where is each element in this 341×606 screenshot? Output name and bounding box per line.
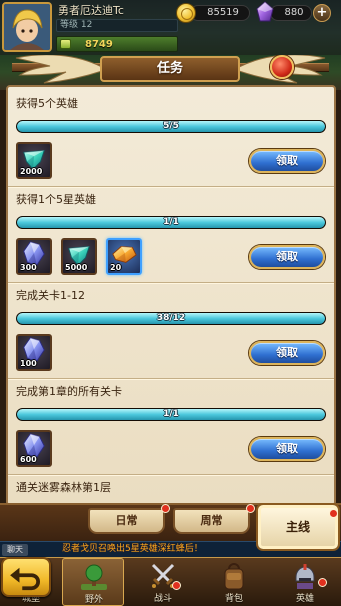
reward-amount: 5000 bbox=[65, 263, 88, 272]
tab-main-story[interactable]: 主线 bbox=[258, 505, 338, 549]
quest-title: 通关迷雾森林第1层 bbox=[16, 481, 111, 494]
tab-weekly-badge bbox=[246, 504, 255, 513]
reward-slot[interactable]: 600 bbox=[16, 430, 52, 467]
reward-amount: 2000 bbox=[20, 167, 43, 176]
quest-item: 获得5个英雄 5/5 2000 领取 bbox=[8, 91, 334, 187]
tab-weekly[interactable]: 周常 bbox=[173, 508, 250, 534]
quest-progress-text: 38/12 bbox=[156, 313, 186, 323]
nav-item-field[interactable]: 野外 bbox=[62, 558, 124, 606]
tab-main-story-badge bbox=[329, 509, 338, 518]
claim-button[interactable]: 领取 bbox=[249, 245, 325, 269]
reward-slot[interactable]: 2000 bbox=[16, 142, 52, 179]
hero-helmet-icon bbox=[295, 564, 315, 589]
quest-item: 完成关卡1-12 38/12 100 领取 bbox=[8, 283, 334, 379]
reward-amount: 600 bbox=[20, 455, 37, 464]
reward-slot[interactable]: 100 bbox=[16, 334, 52, 371]
reward-amount: 300 bbox=[20, 263, 37, 272]
quest-item: 通关迷雾森林第1层 bbox=[8, 475, 334, 504]
quest-progress-bar: 38/12 bbox=[16, 312, 326, 325]
nav-label: 英雄 bbox=[295, 594, 314, 604]
quest-item: 完成第1章的所有关卡 1/1 600 领取 bbox=[8, 379, 334, 475]
nav-label: 野外 bbox=[84, 595, 103, 605]
nav-item-battle[interactable]: 战斗 bbox=[132, 558, 194, 606]
quest-progress-bar: 5/5 bbox=[16, 120, 326, 133]
quest-title: 获得5个英雄 bbox=[16, 97, 78, 110]
quest-title: 完成关卡1-12 bbox=[16, 289, 85, 302]
purple-gem-icon bbox=[256, 1, 274, 22]
nav-label: 战斗 bbox=[153, 594, 172, 604]
reward-amount: 20 bbox=[110, 263, 122, 272]
add-gems-button[interactable]: + bbox=[313, 4, 331, 22]
claim-button[interactable]: 领取 bbox=[249, 437, 325, 461]
close-button[interactable] bbox=[270, 55, 294, 79]
gem-counter: 880 bbox=[270, 5, 312, 21]
field-icon bbox=[81, 564, 107, 590]
tab-daily-badge bbox=[161, 504, 170, 513]
tab-daily[interactable]: 日常 bbox=[88, 508, 165, 534]
quest-panel: 获得5个英雄 5/5 2000 领取 获得1个5星英雄 1/1 300 5000… bbox=[6, 85, 336, 506]
quest-progress-text: 5/5 bbox=[163, 121, 179, 131]
quest-title: 完成第1章的所有关卡 bbox=[16, 385, 122, 398]
power-badge: 8749 bbox=[56, 36, 178, 52]
quest-progress-bar: 1/1 bbox=[16, 408, 326, 421]
gold-coin-icon bbox=[176, 3, 196, 23]
claim-button[interactable]: 领取 bbox=[249, 341, 325, 365]
quest-item: 获得1个5星英雄 1/1 300 5000 20 领取 bbox=[8, 187, 334, 283]
nav-hero-badge bbox=[318, 578, 327, 587]
page-title: 任务 bbox=[100, 56, 240, 82]
gold-counter: 85519 bbox=[190, 5, 250, 21]
reward-slot[interactable]: 300 bbox=[16, 238, 52, 275]
backpack-icon bbox=[224, 563, 244, 590]
left-wing-ornament bbox=[15, 54, 102, 84]
player-name: 勇者厄达迪Tc bbox=[58, 4, 124, 17]
nav-battle-badge bbox=[172, 581, 181, 590]
player-header: 勇者厄达迪Tc 等级 12 8749 85519 880 + bbox=[0, 0, 341, 55]
level-bar: 等级 12 bbox=[56, 19, 178, 32]
level-label: 等级 12 bbox=[60, 20, 93, 30]
claim-button[interactable]: 领取 bbox=[249, 149, 325, 173]
player-avatar[interactable] bbox=[2, 2, 52, 52]
back-button[interactable] bbox=[1, 557, 51, 597]
power-icon bbox=[60, 39, 71, 49]
chat-label[interactable]: 聊天 bbox=[2, 544, 28, 556]
reward-amount: 100 bbox=[20, 359, 37, 368]
hero-portrait-icon bbox=[4, 4, 50, 50]
nav-label: 背包 bbox=[224, 594, 243, 604]
power-value: 8749 bbox=[85, 39, 113, 50]
reward-slot[interactable]: 5000 bbox=[61, 238, 97, 275]
back-arrow-icon bbox=[10, 567, 40, 591]
reward-slot-highlighted[interactable]: 20 bbox=[106, 238, 142, 275]
quest-progress-text: 1/1 bbox=[163, 409, 179, 419]
quest-title: 获得1个5星英雄 bbox=[16, 193, 96, 206]
nav-item-backpack[interactable]: 背包 bbox=[203, 558, 265, 606]
quest-progress-text: 1/1 bbox=[163, 217, 179, 227]
quest-progress-bar: 1/1 bbox=[16, 216, 326, 229]
